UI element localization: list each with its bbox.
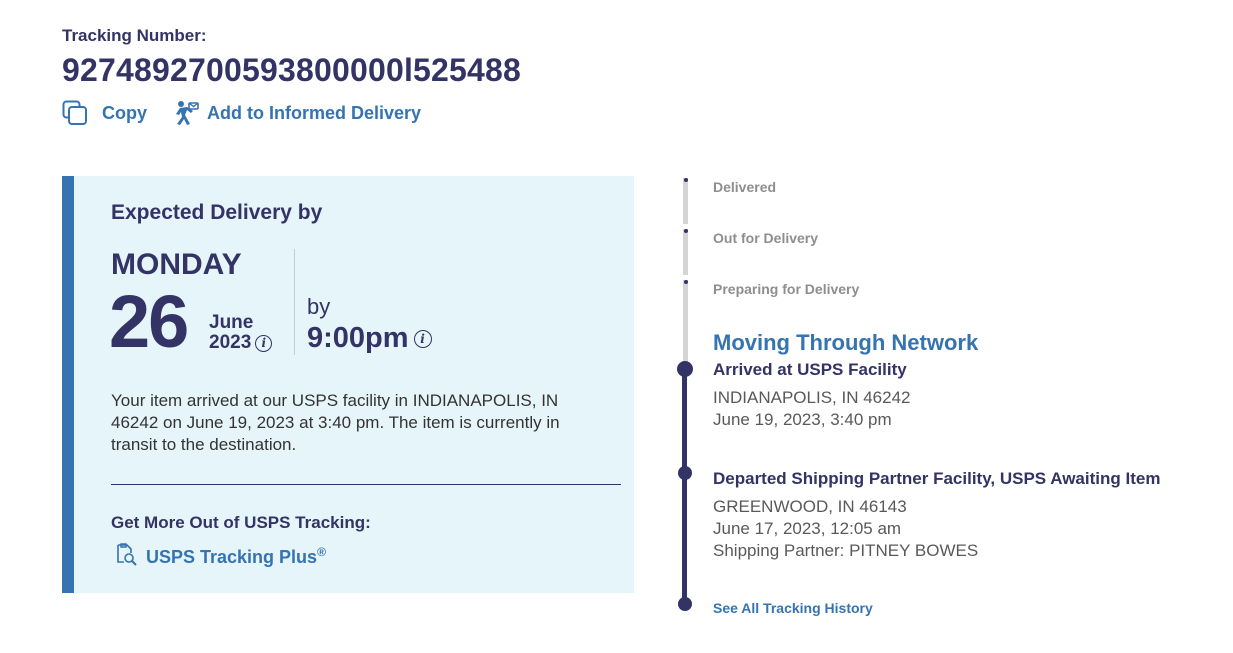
delivery-day: 26 (109, 280, 189, 363)
tracking-number: 9274892700593800000l525488 (62, 52, 522, 88)
see-all-tracking-history-link[interactable]: See All Tracking History (713, 600, 873, 616)
date-info-icon[interactable]: i (255, 334, 273, 352)
timeline-segment-out-for-delivery (683, 229, 688, 275)
stage-out-for-delivery: Out for Delivery (713, 230, 819, 246)
informed-delivery-label: Add to Informed Delivery (207, 102, 422, 123)
timeline-marker-out-for-delivery (683, 229, 688, 233)
event-1-location: INDIANAPOLIS, IN 46242 (713, 388, 911, 407)
tracking-plus-icon (114, 542, 138, 571)
timeline-segment-preparing (683, 280, 688, 362)
tracking-plus-label: USPS Tracking Plus® (146, 545, 326, 567)
current-stage-title: Moving Through Network (713, 330, 979, 355)
more-tracking-title: Get More Out of USPS Tracking: (111, 513, 371, 532)
event-2-title: Departed Shipping Partner Facility, USPS… (713, 469, 1161, 488)
timeline-marker-preparing (683, 280, 688, 284)
timeline-dot-event-2 (678, 466, 692, 480)
delivery-time: 9:00pm (307, 322, 409, 354)
delivery-time-row: 9:00pm i (307, 322, 432, 355)
timeline-dot-end (678, 597, 692, 611)
card-divider (111, 484, 621, 485)
expected-delivery-card: Expected Delivery by MONDAY 26 June 2023… (62, 176, 634, 593)
event-1-datetime: June 19, 2023, 3:40 pm (713, 410, 892, 429)
tracking-number-label: Tracking Number: (62, 26, 207, 45)
add-informed-delivery-link[interactable]: Add to Informed Delivery (172, 100, 421, 126)
expected-delivery-title: Expected Delivery by (111, 201, 323, 224)
by-label: by (307, 294, 331, 319)
stage-preparing: Preparing for Delivery (713, 281, 860, 297)
timeline-marker-delivered (683, 178, 688, 182)
delivery-year: 2023 (209, 332, 252, 353)
timeline-progress-line (682, 369, 687, 604)
copy-icon (62, 100, 88, 126)
copy-label: Copy (102, 102, 147, 123)
timeline-segment-delivered (683, 178, 688, 224)
delivery-year-row: 2023 i (209, 332, 273, 354)
event-1-title: Arrived at USPS Facility (713, 360, 907, 379)
time-info-icon[interactable]: i (413, 329, 432, 348)
date-time-divider (294, 249, 295, 355)
delivery-month: June (209, 312, 254, 333)
timeline-dot-event-1 (677, 361, 693, 377)
informed-delivery-icon (172, 100, 199, 126)
status-description: Your item arrived at our USPS facility i… (111, 391, 560, 454)
copy-button[interactable]: Copy (62, 100, 147, 126)
event-2-location: GREENWOOD, IN 46143 (713, 497, 907, 516)
delivery-day-of-week: MONDAY (111, 248, 242, 281)
event-2-datetime: June 17, 2023, 12:05 am (713, 519, 902, 538)
tracking-plus-link[interactable]: USPS Tracking Plus® (114, 542, 326, 571)
event-2-partner: Shipping Partner: PITNEY BOWES (713, 541, 979, 560)
stage-delivered: Delivered (713, 179, 777, 195)
